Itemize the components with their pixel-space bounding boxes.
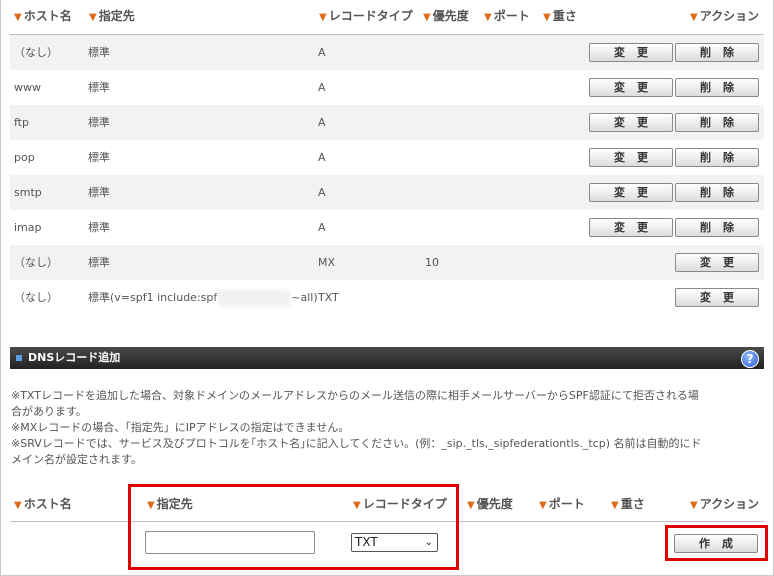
add-header-action: ▼ アクション [690,497,760,511]
row-type: A [318,46,326,59]
edit-button[interactable]: 変更 [589,43,673,62]
edit-button[interactable]: 変更 [675,253,759,272]
row-host: （なし） [14,256,58,269]
delete-button[interactable]: 削除 [675,148,759,167]
edit-button[interactable]: 変更 [589,183,673,202]
note-line: ※SRVレコードでは、サービス及びプロトコルを｢ホスト名｣に記入してください。(… [11,437,702,450]
row-dest: 標準 [88,186,110,199]
table-row: smtp 標準 A 変更 削除 [10,175,764,210]
row-host: www [14,81,41,94]
note-line: ※MXレコードの場合、「指定先」にIPアドレスの指定はできません。 [11,421,350,434]
table-row: ftp 標準 A 変更 削除 [10,105,764,140]
dns-panel: ▼ ホスト名 ▼ 指定先 ▼ レコードタイプ ▼ 優先度 ▼ ポート ▼ 重さ ▼ アクション… [0,0,774,576]
sort-triangle-icon: ▼ [484,12,492,23]
row-type: A [318,186,326,199]
header-action: ▼ アクション [690,9,760,23]
row-dest: 標準(v=spf1 include:spf ~all) [88,290,318,306]
sort-triangle-icon: ▼ [539,500,547,511]
table-row: （なし） 標準(v=spf1 include:spf ~all) TXT 変更 [10,280,764,315]
row-dest: 標準 [88,256,110,269]
highlight-box-dest-type [128,484,459,570]
row-type: TXT [318,291,339,304]
note-line: 合があります。 [11,405,87,418]
row-host: imap [14,221,42,234]
delete-button[interactable]: 削除 [675,218,759,237]
edit-button[interactable]: 変更 [589,113,673,132]
help-icon[interactable]: ? [741,350,759,368]
row-type: MX [318,256,336,269]
row-host: smtp [14,186,42,199]
edit-button[interactable]: 変更 [589,218,673,237]
row-dest: 標準 [88,116,110,129]
sort-triangle-icon: ▼ [14,12,22,23]
table-row: imap 標準 A 変更 削除 [10,210,764,245]
table-row: www 標準 A 変更 削除 [10,70,764,105]
row-type: A [318,221,326,234]
header-dest: ▼ 指定先 [89,9,135,23]
row-host: ftp [14,116,29,129]
add-header-port: ▼ ポート [539,497,585,511]
square-bullet-icon [16,354,22,361]
header-weight: ▼ 重さ [543,9,577,23]
note-line: メイン名が設定されます。 [11,453,142,466]
row-type: A [318,81,326,94]
sort-triangle-icon: ▼ [423,12,431,23]
row-type: A [318,151,326,164]
sort-triangle-icon: ▼ [14,500,22,511]
sort-triangle-icon: ▼ [611,500,619,511]
redacted-region [218,290,291,306]
delete-button[interactable]: 削除 [675,113,759,132]
row-host: （なし） [14,46,58,59]
row-dest: 標準 [88,81,110,94]
delete-button[interactable]: 削除 [675,183,759,202]
sort-triangle-icon: ▼ [319,12,327,23]
edit-button[interactable]: 変更 [589,78,673,97]
add-header-prio: ▼ 優先度 [467,497,513,511]
edit-button[interactable]: 変更 [589,148,673,167]
row-dest: 標準 [88,151,110,164]
table-row: （なし） 標準 A 変更 削除 [10,35,764,70]
delete-button[interactable]: 削除 [675,43,759,62]
section-title-bar: DNSレコード追加 [10,347,764,369]
header-type: ▼ レコードタイプ [319,9,413,23]
sort-triangle-icon: ▼ [89,12,97,23]
sort-triangle-icon: ▼ [543,12,551,23]
sort-triangle-icon: ▼ [690,12,698,23]
table-row: pop 標準 A 変更 削除 [10,140,764,175]
edit-button[interactable]: 変更 [675,288,759,307]
add-header-weight: ▼ 重さ [611,497,645,511]
sort-triangle-icon: ▼ [690,500,698,511]
highlight-box-create [665,525,768,561]
header-host: ▼ ホスト名 [14,9,72,23]
add-header-host: ▼ ホスト名 [14,497,72,511]
row-dest: 標準 [88,46,110,59]
table-row: （なし） 標準 MX 10 変更 [10,245,764,280]
row-type: A [318,116,326,129]
note-line: ※TXTレコードを追加した場合、対象ドメインのメールアドレスからのメール送信の際… [11,389,699,402]
row-host: （なし） [14,291,58,304]
row-host: pop [14,151,35,164]
row-dest: 標準 [88,221,110,234]
delete-button[interactable]: 削除 [675,78,759,97]
header-port: ▼ ポート [484,9,530,23]
sort-triangle-icon: ▼ [467,500,475,511]
row-prio: 10 [425,256,439,269]
header-prio: ▼ 優先度 [423,9,469,23]
